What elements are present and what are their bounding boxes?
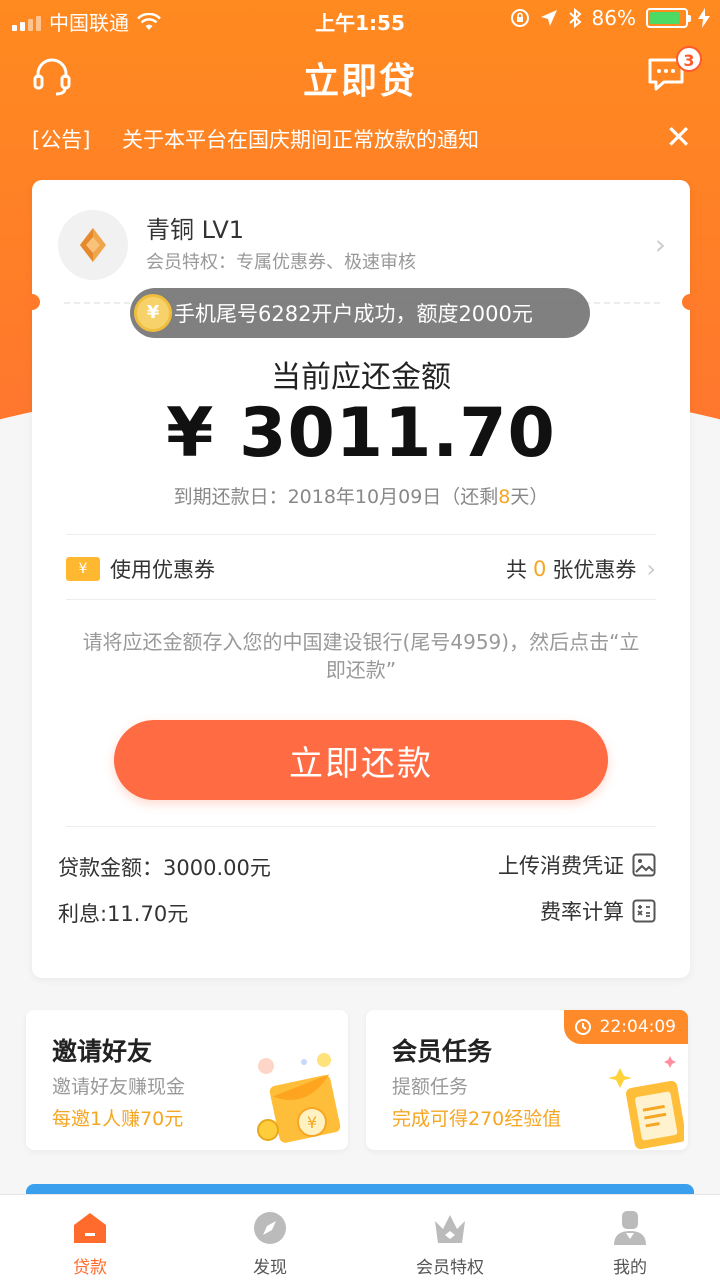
home-icon: [74, 1213, 106, 1243]
tasks-subtitle: 提额任务: [392, 1076, 469, 1098]
coupon-count-prefix: 共: [506, 558, 528, 582]
announcement-bar[interactable]: [公告] 关于本平台在国庆期间正常放款的通知 ✕: [0, 118, 720, 158]
calculator-icon: [632, 899, 656, 923]
interest-amount: 利息:11.70元: [58, 902, 189, 926]
tab-label: 发现: [253, 1258, 287, 1278]
member-tasks-card[interactable]: 22:04:09 会员任务 提额任务 完成可得270经验值: [366, 1010, 688, 1150]
user-icon: [614, 1211, 646, 1245]
divider: [66, 826, 656, 827]
clipboard-icon: [608, 1056, 684, 1150]
announcement-tag: [公告]: [32, 128, 91, 152]
member-badge: [58, 210, 128, 280]
status-right: 86%: [510, 6, 710, 30]
ticket-notch-right: [682, 294, 698, 310]
coupon-row[interactable]: ¥ 使用优惠券 共 0 张优惠券 ›: [66, 534, 656, 600]
countdown-timer: 22:04:09: [563, 1010, 688, 1044]
rate-calculator-button[interactable]: 费率计算: [540, 896, 656, 926]
coupon-label: 使用优惠券: [110, 558, 215, 582]
rotation-lock-icon: [510, 9, 529, 27]
image-icon: [632, 853, 656, 877]
location-icon: [540, 10, 557, 26]
due-date-suffix: 天）: [510, 486, 549, 508]
invite-subtitle: 邀请好友赚现金: [52, 1076, 186, 1098]
upload-receipt-button[interactable]: 上传消费凭证: [498, 850, 656, 880]
coupon-icon: ¥: [66, 557, 100, 581]
ticket-notch-left: [24, 294, 40, 310]
activity-toast: ¥ 手机尾号6282开户成功，额度2000元: [130, 288, 590, 338]
chevron-right-icon: ›: [654, 228, 666, 261]
upload-receipt-label: 上传消费凭证: [498, 854, 624, 878]
coin-icon: ¥: [134, 294, 172, 332]
member-level-row[interactable]: 青铜 LV1 会员特权：专属优惠券、极速审核 ›: [32, 180, 690, 300]
rate-calculator-label: 费率计算: [540, 900, 624, 924]
diamond-icon: [80, 228, 106, 262]
due-date-prefix: 到期还款日：2018年10月09日（还剩: [173, 486, 499, 508]
tab-label: 我的: [613, 1258, 647, 1278]
compass-icon: [254, 1212, 286, 1244]
tab-label: 会员特权: [416, 1258, 484, 1278]
clock-icon: [574, 1019, 591, 1035]
tab-discover[interactable]: 发现: [180, 1195, 360, 1280]
announcement-text[interactable]: 关于本平台在国庆期间正常放款的通知: [122, 124, 479, 154]
tab-me[interactable]: 我的: [540, 1195, 720, 1280]
toast-text: 手机尾号6282开户成功，额度2000元: [174, 302, 533, 326]
tasks-title: 会员任务: [392, 1037, 493, 1066]
page-title: 立即贷: [302, 61, 417, 102]
coupon-count-number: 0: [533, 557, 547, 581]
tab-label: 贷款: [73, 1258, 107, 1278]
battery-percent: 86%: [591, 6, 636, 30]
nav-bar: 立即贷 3: [0, 40, 720, 110]
loan-amount: 贷款金额：3000.00元: [58, 856, 271, 880]
tab-member-perks[interactable]: 会员特权: [360, 1195, 540, 1280]
due-amount: ¥ 3011.70: [166, 394, 556, 473]
repayment-card: 青铜 LV1 会员特权：专属优惠券、极速审核 › ¥ 手机尾号6282开户成功，…: [24, 180, 698, 978]
invite-reward: 每邀1人赚70元: [52, 1108, 184, 1130]
due-date: 到期还款日：2018年10月09日（还剩8天）: [32, 482, 690, 509]
due-label: 当前应还金额: [271, 360, 451, 395]
crown-icon: [435, 1215, 465, 1243]
coupon-count-suffix: 张优惠券: [552, 558, 637, 582]
status-bar: 中国联通 上午1:55 86%: [0, 0, 720, 38]
messages-button[interactable]: 3: [646, 46, 702, 98]
message-count-badge: 3: [676, 46, 702, 72]
repayment-instruction: 请将应还金额存入您的中国建设银行(尾号4959)，然后点击“立即还款”: [82, 630, 640, 682]
invite-friends-card[interactable]: 邀请好友 邀请好友赚现金 每邀1人赚70元 ¥: [26, 1010, 348, 1150]
member-perks: 会员特权：专属优惠券、极速审核: [146, 252, 416, 273]
days-left: 8: [498, 486, 511, 508]
svg-text:¥: ¥: [307, 1113, 317, 1132]
red-envelope-icon: ¥: [257, 1053, 341, 1143]
tasks-reward: 完成可得270经验值: [392, 1108, 562, 1130]
charging-icon: [698, 8, 710, 28]
coupon-count: 共 0 张优惠券 ›: [506, 554, 656, 584]
repay-now-button[interactable]: 立即还款: [114, 720, 608, 800]
tab-loan[interactable]: 贷款: [0, 1195, 180, 1280]
invite-title: 邀请好友: [52, 1037, 153, 1066]
close-icon[interactable]: ✕: [665, 118, 692, 156]
bluetooth-icon: [568, 8, 582, 28]
member-level: 青铜 LV1: [146, 216, 245, 244]
chevron-right-icon: ›: [646, 555, 656, 583]
tab-bar: 贷款 发现 会员特权 我的: [0, 1194, 720, 1280]
countdown-text: 22:04:09: [599, 1017, 676, 1037]
battery-icon: [646, 8, 691, 28]
